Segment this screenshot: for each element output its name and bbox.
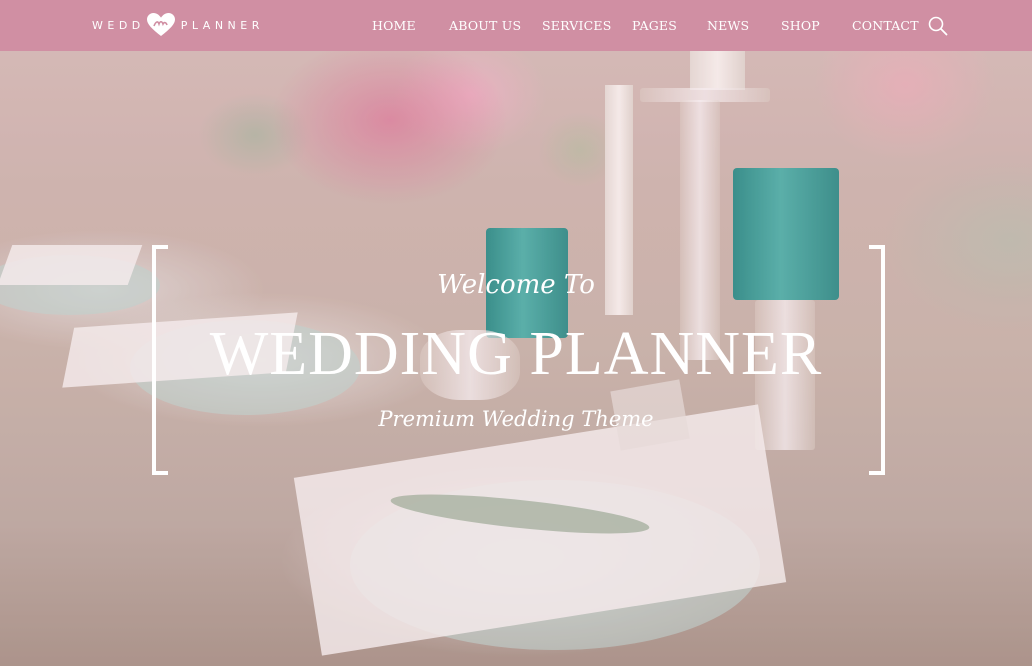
nav-pages[interactable]: PAGES: [632, 0, 677, 51]
logo-text-right: PLANNER: [180, 18, 264, 32]
search-icon[interactable]: [928, 16, 948, 36]
nav-contact[interactable]: CONTACT: [852, 0, 919, 51]
nav-news[interactable]: NEWS: [707, 0, 749, 51]
site-logo[interactable]: WEDD PLANNER: [92, 13, 264, 36]
nav-home[interactable]: HOME: [372, 0, 416, 51]
heart-logo-icon: [146, 13, 175, 36]
nav-shop[interactable]: SHOP: [781, 0, 820, 51]
hero-title: WEDDING PLANNER: [209, 320, 823, 388]
top-navigation-bar: WEDD PLANNER HOME ABOUT US SERVICES PAGE…: [0, 0, 1032, 51]
logo-text-left: WEDD: [92, 18, 145, 32]
nav-services[interactable]: SERVICES: [542, 0, 611, 51]
hero-welcome-text: Welcome To: [437, 270, 595, 300]
nav-about-us[interactable]: ABOUT US: [449, 0, 521, 51]
hero-subtitle: Premium Wedding Theme: [378, 407, 654, 431]
